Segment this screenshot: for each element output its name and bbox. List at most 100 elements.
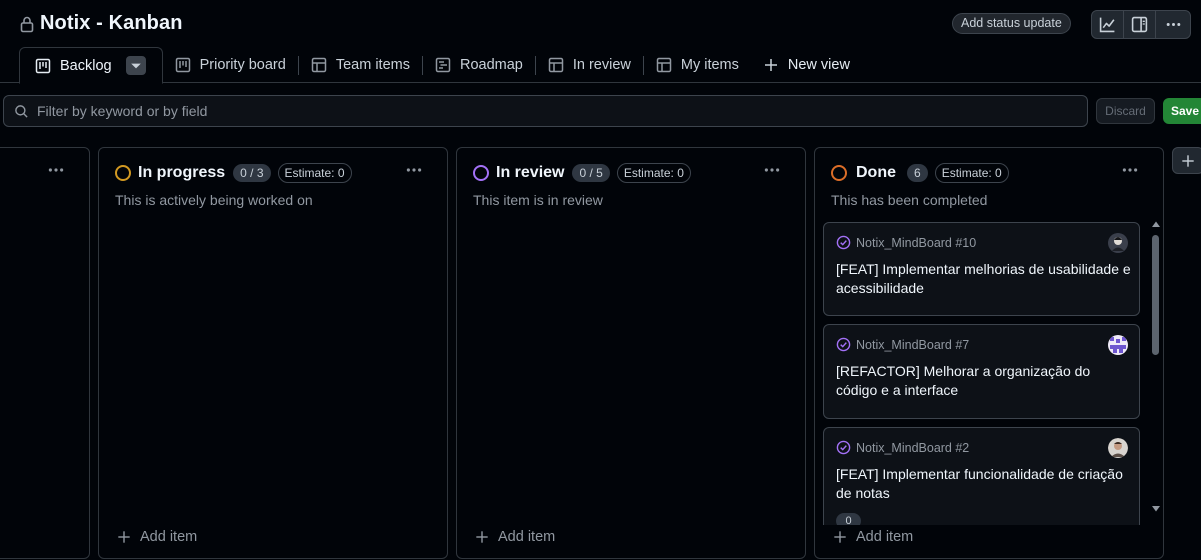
- tab-priority-board[interactable]: Priority board: [163, 47, 298, 83]
- column-count: 0 / 3: [233, 164, 271, 182]
- header-actions: [1091, 10, 1191, 39]
- add-column-button[interactable]: [1172, 147, 1201, 174]
- column-description: This is actively being worked on: [115, 192, 313, 208]
- card-repo: Notix_MindBoard #10: [856, 235, 977, 250]
- table-icon: [311, 57, 327, 73]
- column-estimate: Estimate: 0: [616, 163, 691, 183]
- tab-label: Priority board: [199, 57, 286, 73]
- issue-card[interactable]: Notix_MindBoard #10 [FEAT] Implementar m…: [823, 222, 1140, 316]
- tab-label: My items: [680, 57, 739, 73]
- insights-icon: [1099, 17, 1115, 33]
- column-header: Done 6 Estimate: 0: [831, 163, 1009, 183]
- more-icon: [1166, 23, 1180, 26]
- add-item-label: Add item: [856, 529, 914, 545]
- plus-icon: [118, 531, 130, 543]
- project-header: Notix - Kanban Add status update Backlog…: [0, 0, 1201, 84]
- column-scrollbar[interactable]: [1149, 218, 1163, 516]
- add-item-button[interactable]: Add item: [117, 529, 197, 545]
- lock-icon: [20, 15, 34, 33]
- plus-icon: [834, 531, 846, 543]
- more-icon: [406, 168, 422, 172]
- tab-my-items[interactable]: My items: [644, 47, 751, 83]
- tab-in-review[interactable]: In review: [536, 47, 643, 83]
- column-done: Done 6 Estimate: 0 This has been complet…: [814, 147, 1164, 559]
- page-title: Notix - Kanban: [40, 12, 183, 34]
- board-icon: [175, 57, 190, 73]
- tab-team-items[interactable]: Team items: [299, 47, 422, 83]
- insights-button[interactable]: [1092, 11, 1124, 38]
- column-estimate: Estimate: 0: [277, 163, 352, 183]
- tab-label: In review: [572, 57, 631, 73]
- add-item-button[interactable]: Add item: [833, 529, 913, 545]
- tab-backlog[interactable]: Backlog: [19, 47, 163, 84]
- card-title[interactable]: [FEAT] Implementar funcionalidade de cri…: [836, 465, 1132, 503]
- issue-closed-icon: [836, 337, 851, 352]
- tab-options-button[interactable]: [125, 56, 146, 75]
- column-header: In review 0 / 5 Estimate: 0: [473, 163, 691, 183]
- save-button[interactable]: Save: [1163, 98, 1201, 124]
- status-circle-icon: [473, 165, 489, 181]
- plus-icon: [1182, 154, 1194, 167]
- more-icon: [764, 168, 780, 172]
- column-header: In progress 0 / 3 Estimate: 0: [115, 163, 352, 183]
- more-icon: [48, 168, 64, 172]
- card-meta: Notix_MindBoard #7: [836, 337, 969, 352]
- card-repo: Notix_MindBoard #7: [856, 337, 970, 352]
- table-icon: [548, 57, 564, 73]
- column-title: Done: [856, 164, 896, 181]
- search-icon: [15, 104, 28, 118]
- status-circle-icon: [115, 165, 131, 181]
- tab-label: Roadmap: [459, 57, 523, 73]
- sub-issue-count: 0: [836, 513, 861, 525]
- layout-button[interactable]: [1124, 11, 1156, 38]
- avatar[interactable]: [1108, 438, 1128, 458]
- column-menu-button[interactable]: [402, 161, 426, 179]
- filter-bar: [3, 95, 1088, 127]
- layout-icon: [1131, 16, 1148, 33]
- card-title[interactable]: [REFACTOR] Melhorar a organização do cód…: [836, 362, 1132, 400]
- scrollbar-thumb[interactable]: [1152, 235, 1159, 355]
- column-menu-button[interactable]: [760, 161, 784, 179]
- plus-icon: [476, 531, 488, 543]
- discard-button[interactable]: Discard: [1096, 98, 1155, 124]
- table-icon: [656, 57, 672, 73]
- card-repo: Notix_MindBoard #2: [856, 440, 970, 455]
- issue-card[interactable]: Notix_MindBoard #7 [REFACTOR] Melhorar a…: [823, 324, 1140, 419]
- new-view-button[interactable]: New view: [751, 47, 862, 83]
- filter-input[interactable]: [37, 103, 1037, 119]
- avatar[interactable]: [1108, 335, 1128, 355]
- column-description: This item is in review: [473, 192, 603, 208]
- column-estimate: Estimate: 0: [934, 163, 1009, 183]
- add-status-update-button[interactable]: Add status update: [952, 13, 1071, 34]
- new-view-label: New view: [787, 57, 850, 73]
- column-count: 6: [907, 164, 928, 182]
- add-item-label: Add item: [498, 529, 556, 545]
- more-icon: [1122, 168, 1138, 172]
- tab-label: Team items: [335, 57, 410, 73]
- plus-icon: [764, 59, 777, 71]
- avatar[interactable]: [1108, 233, 1128, 253]
- more-options-button[interactable]: [1156, 11, 1190, 38]
- add-item-button[interactable]: Add item: [475, 529, 555, 545]
- column-in-review: In review 0 / 5 Estimate: 0 This item is…: [456, 147, 806, 559]
- card-meta: Notix_MindBoard #10: [836, 235, 976, 250]
- column-menu-button[interactable]: [1118, 161, 1142, 179]
- column-title: In review: [496, 164, 565, 181]
- board-column: [0, 147, 90, 559]
- status-circle-icon: [831, 165, 847, 181]
- issue-card[interactable]: Notix_MindBoard #2 [FEAT] Implementar fu…: [823, 427, 1140, 525]
- column-description: This has been completed: [831, 192, 988, 208]
- tab-roadmap[interactable]: Roadmap: [423, 47, 535, 83]
- add-item-label: Add item: [140, 529, 198, 545]
- card-meta: Notix_MindBoard #2: [836, 440, 969, 455]
- card-title[interactable]: [FEAT] Implementar melhorias de usabilid…: [836, 260, 1132, 298]
- issue-closed-icon: [836, 235, 851, 250]
- roadmap-icon: [435, 57, 451, 73]
- chevron-down-icon: [130, 63, 141, 68]
- board-icon: [35, 58, 51, 73]
- column-count: 0 / 5: [572, 164, 610, 182]
- tab-label: Backlog: [60, 57, 112, 74]
- column-in-progress: In progress 0 / 3 Estimate: 0 This is ac…: [98, 147, 448, 559]
- column-menu-button[interactable]: [44, 161, 68, 179]
- issue-closed-icon: [836, 440, 851, 455]
